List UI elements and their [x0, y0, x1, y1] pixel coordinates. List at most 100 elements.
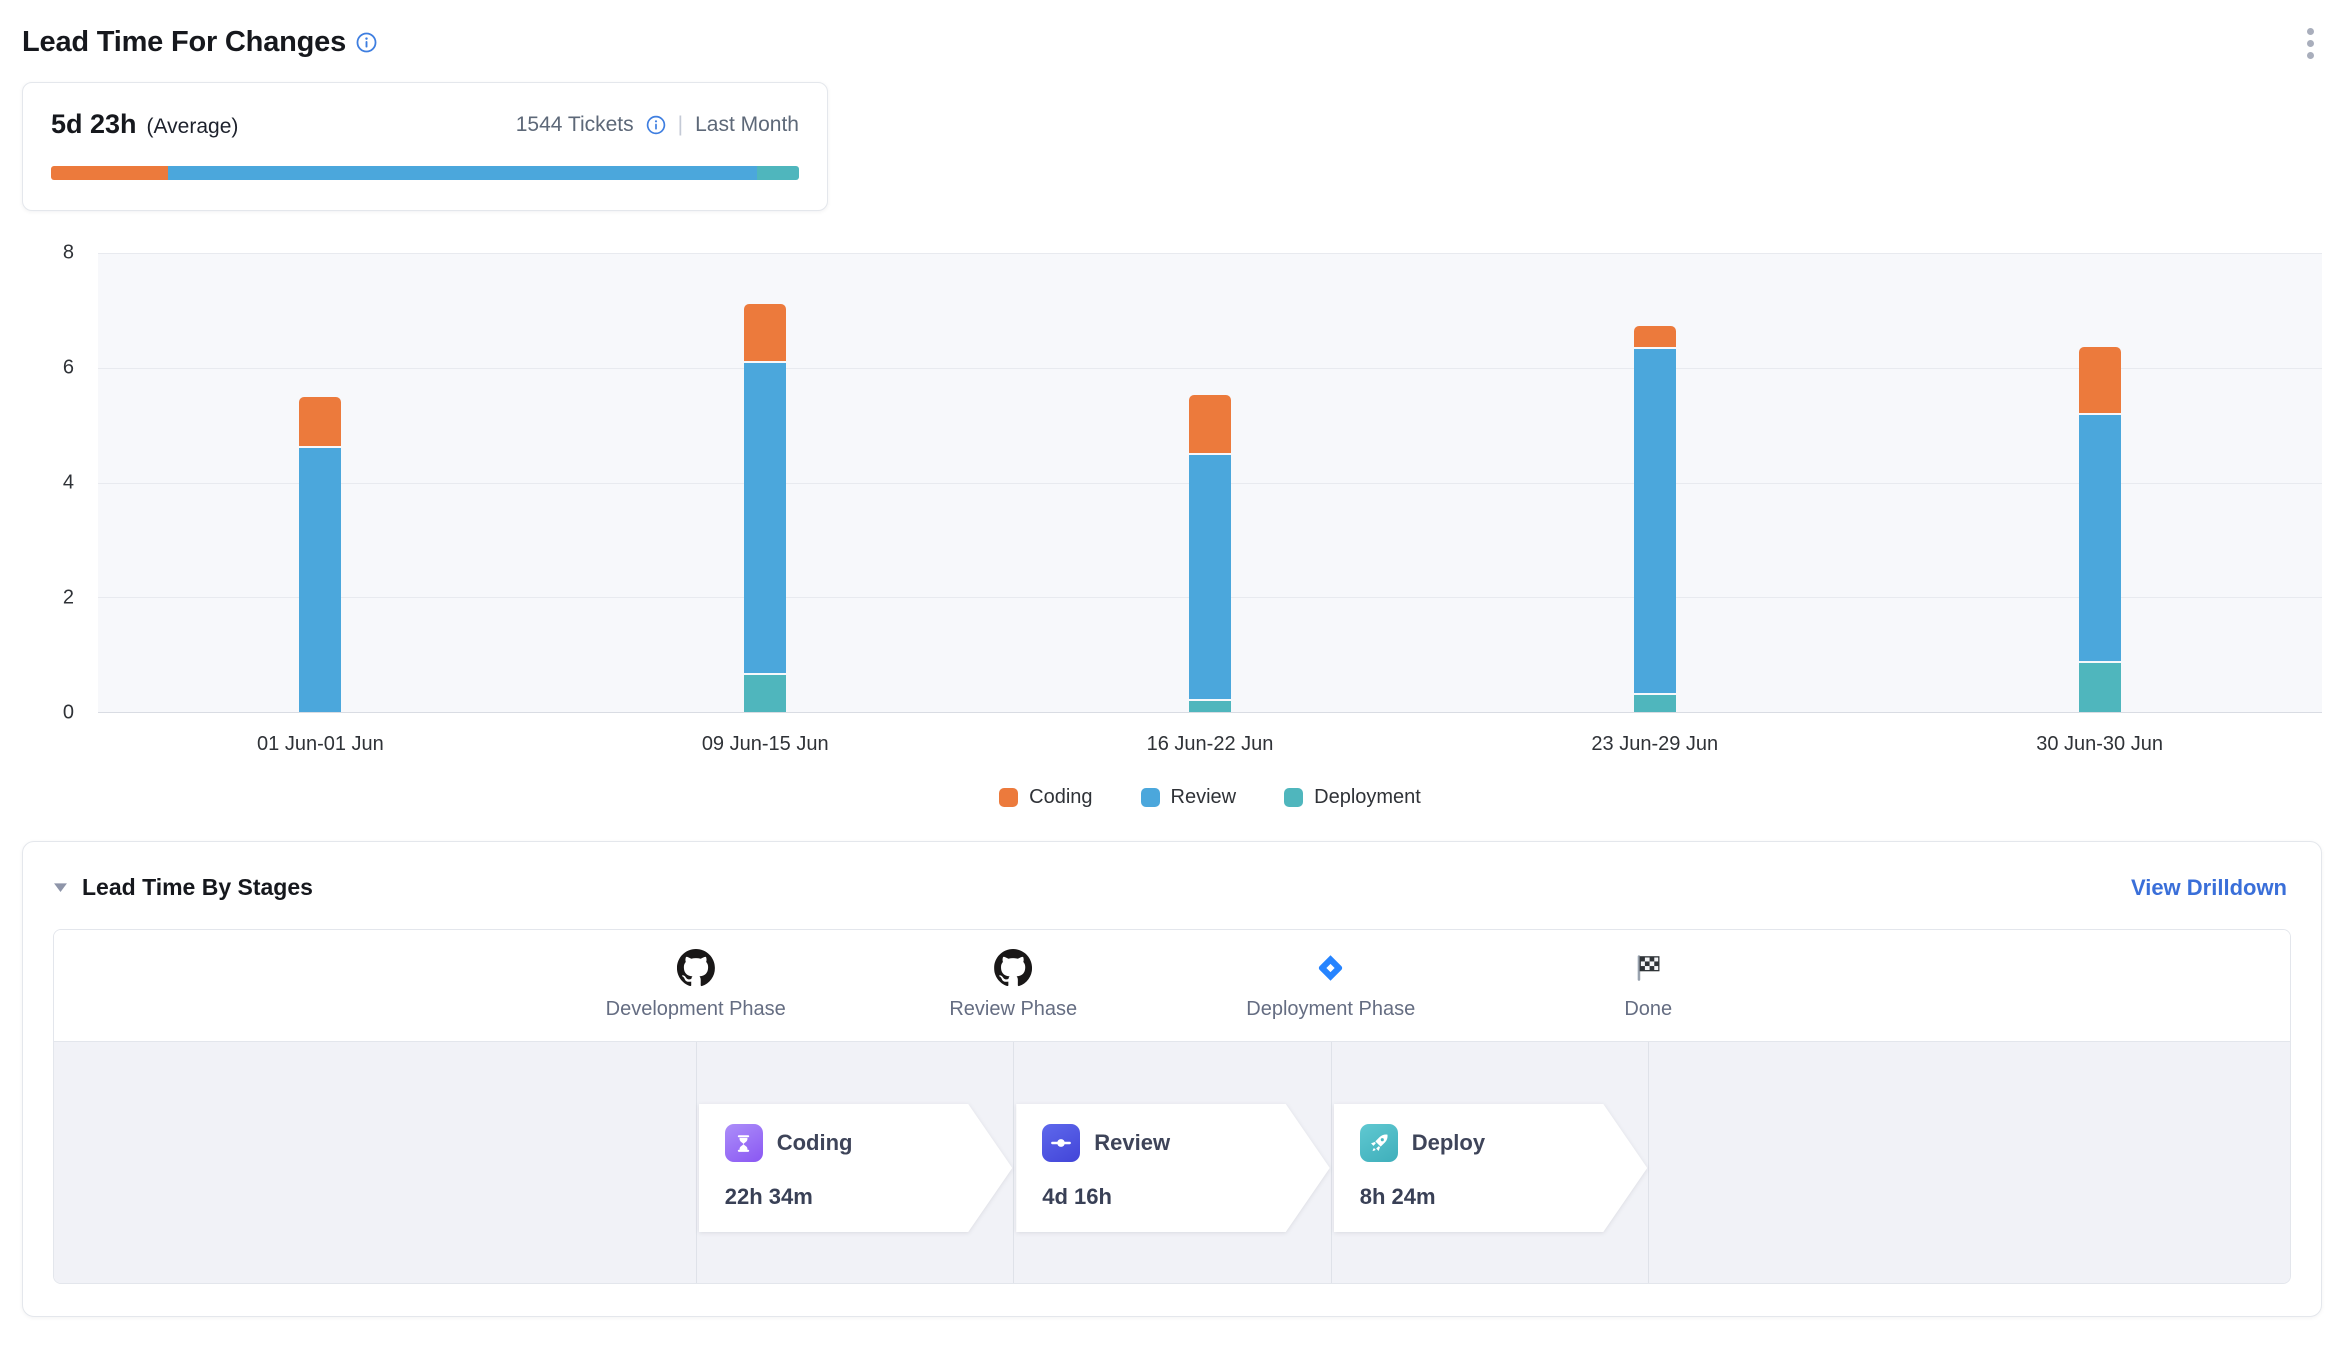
rocket-icon: [1360, 1124, 1398, 1162]
stage-name: Coding: [777, 1130, 853, 1156]
stage-duration: 8h 24m: [1360, 1184, 1648, 1210]
stage-duration: 22h 34m: [725, 1184, 1013, 1210]
title-wrap: Lead Time For Changes: [22, 18, 377, 59]
bar-segment-coding[interactable]: [1634, 326, 1676, 346]
bar-segment-review[interactable]: [299, 448, 341, 712]
legend-item-deployment[interactable]: Deployment: [1284, 786, 1421, 809]
legend-swatch-icon: [1141, 788, 1160, 807]
legend-swatch-icon: [1284, 788, 1303, 807]
chart-legend: Coding Review Deployment: [22, 786, 2322, 809]
distribution-segment-deployment: [757, 166, 799, 180]
bar-group-5[interactable]: [1877, 253, 2322, 712]
stacked-bar[interactable]: [2079, 253, 2121, 712]
x-label-3: 16 Jun-22 Jun: [988, 733, 1433, 756]
view-drilldown-link[interactable]: View Drilldown: [2131, 875, 2287, 901]
distribution-segment-coding: [51, 166, 168, 180]
bar-segment-coding[interactable]: [299, 397, 341, 446]
stacked-bar[interactable]: [299, 253, 341, 712]
average-summary-card: 5d 23h (Average) 1544 Tickets | Last Mon…: [22, 82, 828, 211]
bar-group-4[interactable]: [1432, 253, 1877, 712]
bar-segment-review[interactable]: [1189, 455, 1231, 699]
phase-review-phase: Review Phase: [949, 946, 1077, 1021]
phase-development-phase: Development Phase: [606, 946, 786, 1021]
bar-segment-deployment[interactable]: [2079, 663, 2121, 712]
caret-down-icon: [53, 882, 68, 893]
phase-label: Review Phase: [949, 998, 1077, 1021]
y-tick-2: 2: [63, 587, 74, 610]
phase-done: Done: [1624, 946, 1672, 1021]
average-value: 5d 23h: [51, 109, 137, 140]
tickets-info-icon[interactable]: [646, 115, 666, 135]
y-tick-8: 8: [63, 242, 74, 265]
average-value-group: 5d 23h (Average): [51, 109, 238, 140]
stages-table: Development Phase Review Phase Deployment …: [53, 929, 2291, 1284]
y-tick-6: 6: [63, 357, 74, 380]
x-label-5: 30 Jun-30 Jun: [1877, 733, 2322, 756]
stage-body-row: Coding 22h 34m Review 4d 16h Deploy 8h 24m: [54, 1042, 2290, 1283]
stacked-bar[interactable]: [744, 253, 786, 712]
divider: |: [678, 113, 683, 137]
period-label: Last Month: [695, 113, 799, 137]
column-separator: [1013, 1042, 1014, 1283]
bar-segment-review[interactable]: [2079, 415, 2121, 662]
phase-header-row: Development Phase Review Phase Deployment …: [54, 930, 2290, 1042]
bar-segment-review[interactable]: [1634, 349, 1676, 693]
y-tick-0: 0: [63, 702, 74, 725]
github-icon: [606, 946, 786, 990]
hourglass-icon: [725, 1124, 763, 1162]
stage-card-review[interactable]: Review 4d 16h: [1016, 1104, 1330, 1232]
legend-label: Coding: [1029, 786, 1092, 809]
distribution-segment-review: [168, 166, 757, 180]
x-label-2: 09 Jun-15 Jun: [543, 733, 988, 756]
info-icon[interactable]: [356, 32, 377, 53]
page-title: Lead Time For Changes: [22, 26, 346, 59]
legend-item-review[interactable]: Review: [1141, 786, 1237, 809]
phase-label: Development Phase: [606, 998, 786, 1021]
bar-segment-coding[interactable]: [2079, 347, 2121, 413]
jira-icon: [1246, 946, 1415, 990]
checkered-flag-icon: [1624, 946, 1672, 990]
bar-segment-deployment[interactable]: [1189, 701, 1231, 712]
bar-group-3[interactable]: [988, 253, 1433, 712]
phase-label: Done: [1624, 998, 1672, 1021]
stage-card-coding[interactable]: Coding 22h 34m: [699, 1104, 1013, 1232]
stages-collapse-toggle[interactable]: Lead Time By Stages: [53, 874, 313, 901]
x-label-1: 01 Jun-01 Jun: [98, 733, 543, 756]
bar-segment-review[interactable]: [744, 363, 786, 673]
duration-distribution-bar: [51, 166, 799, 180]
bar-segment-deployment[interactable]: [1634, 695, 1676, 712]
bar-group-2[interactable]: [543, 253, 988, 712]
stages-panel-title: Lead Time By Stages: [82, 874, 313, 901]
lead-time-chart: 02468 01 Jun-01 Jun09 Jun-15 Jun16 Jun-2…: [22, 253, 2322, 809]
commit-icon: [1042, 1124, 1080, 1162]
legend-item-coding[interactable]: Coding: [999, 786, 1092, 809]
x-label-4: 23 Jun-29 Jun: [1432, 733, 1877, 756]
stage-name: Review: [1094, 1130, 1170, 1156]
column-separator: [1648, 1042, 1649, 1283]
stacked-bar[interactable]: [1189, 253, 1231, 712]
bar-group-1[interactable]: [98, 253, 543, 712]
column-separator: [1331, 1042, 1332, 1283]
plot-area: [98, 253, 2322, 713]
phase-label: Deployment Phase: [1246, 998, 1415, 1021]
y-axis: 02468: [22, 253, 98, 713]
legend-swatch-icon: [999, 788, 1018, 807]
bar-segment-coding[interactable]: [1189, 395, 1231, 452]
average-label: (Average): [147, 115, 239, 139]
github-icon: [949, 946, 1077, 990]
stage-duration: 4d 16h: [1042, 1184, 1330, 1210]
stage-name: Deploy: [1412, 1130, 1485, 1156]
stacked-bar[interactable]: [1634, 253, 1676, 712]
bar-segment-coding[interactable]: [744, 304, 786, 361]
bar-segment-deployment[interactable]: [744, 675, 786, 712]
lead-time-by-stages-panel: Lead Time By Stages View Drilldown Devel…: [22, 841, 2322, 1317]
legend-label: Deployment: [1314, 786, 1421, 809]
column-separator: [696, 1042, 697, 1283]
y-tick-4: 4: [63, 472, 74, 495]
phase-deployment-phase: Deployment Phase: [1246, 946, 1415, 1021]
tickets-count: 1544 Tickets: [516, 113, 634, 137]
kebab-menu-icon[interactable]: [2299, 18, 2322, 69]
x-axis-labels: 01 Jun-01 Jun09 Jun-15 Jun16 Jun-22 Jun2…: [22, 733, 2322, 756]
stage-card-deploy[interactable]: Deploy 8h 24m: [1334, 1104, 1648, 1232]
legend-label: Review: [1171, 786, 1237, 809]
